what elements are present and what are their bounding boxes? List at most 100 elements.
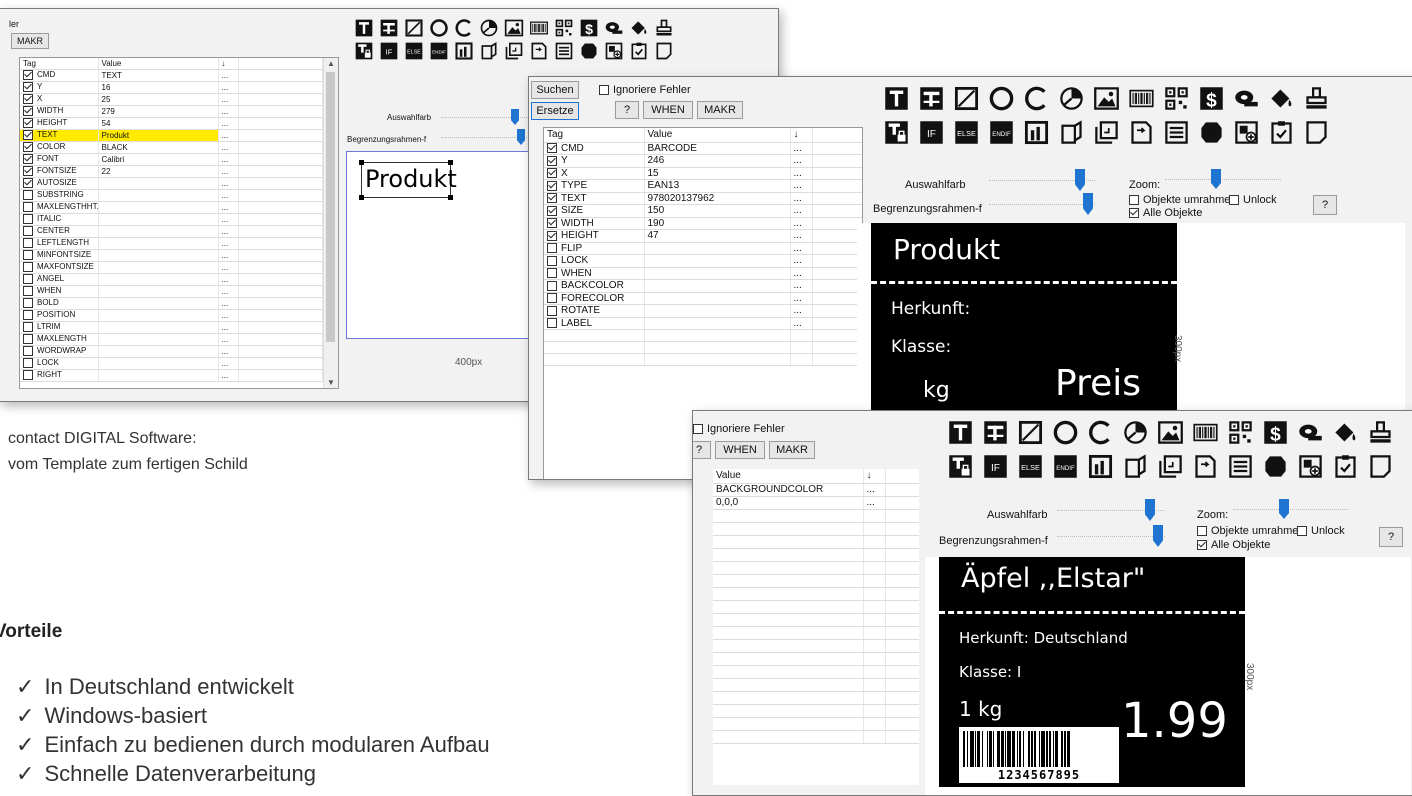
scroll-thumb[interactable] — [326, 72, 335, 342]
value-cell[interactable]: 978020137962 — [644, 192, 791, 205]
line-tool-icon[interactable] — [914, 83, 949, 113]
table-row[interactable]: BACKGROUNDCOLOR... — [713, 483, 919, 497]
checkbox-checked-icon[interactable] — [23, 142, 33, 152]
list-tool-icon[interactable] — [551, 40, 576, 62]
more-cell[interactable]: ... — [218, 105, 239, 118]
tag-cell[interactable]: SUBSTRING — [20, 189, 99, 202]
value-cell[interactable] — [98, 237, 219, 250]
table-row[interactable]: ANGEL... — [20, 273, 323, 286]
tape-tool-icon[interactable] — [1229, 83, 1264, 113]
when-button[interactable]: WHEN — [643, 101, 693, 119]
more-cell[interactable]: ... — [790, 242, 813, 255]
value-cell[interactable] — [98, 273, 219, 286]
ignoriere-fehler-checkbox[interactable]: Ignoriere Fehler — [693, 423, 785, 435]
value-cell[interactable] — [644, 279, 791, 293]
price-tool-icon[interactable]: $ — [576, 17, 601, 39]
value-cell[interactable]: BLACK — [98, 141, 219, 154]
table-row[interactable]: Y 16... — [20, 81, 323, 94]
value-cell[interactable]: BACKGROUNDCOLOR — [713, 483, 864, 497]
page-tool-icon[interactable] — [651, 40, 676, 62]
table-row[interactable]: WHEN... — [544, 267, 862, 280]
more-cell[interactable]: ... — [218, 273, 239, 286]
value-cell[interactable]: BARCODE — [644, 142, 791, 155]
value-cell[interactable] — [98, 249, 219, 262]
more-cell[interactable]: ... — [790, 167, 813, 180]
value-cell[interactable] — [98, 345, 219, 358]
selected-text-object[interactable]: Produkt — [359, 160, 457, 200]
makr-button[interactable]: MAKR — [769, 441, 815, 459]
table-row[interactable]: ITALIC... — [20, 213, 323, 226]
shape-tool-icon[interactable] — [1194, 117, 1229, 147]
auswahlfarbe-slider[interactable] — [1057, 499, 1165, 521]
more-cell[interactable]: ... — [218, 117, 239, 130]
checkbox-icon[interactable] — [23, 286, 33, 296]
more-cell[interactable]: ... — [790, 192, 813, 205]
table-row[interactable]: RIGHT... — [20, 369, 323, 382]
resize-handle[interactable] — [359, 160, 364, 165]
tag-cell[interactable]: WHEN — [20, 285, 99, 298]
value-cell[interactable] — [644, 267, 791, 280]
tag-cell[interactable]: RIGHT — [20, 369, 99, 382]
tag-cell[interactable]: MAXLENGTHHT... — [20, 201, 99, 214]
endif-tool-icon[interactable]: ENDIF — [426, 40, 451, 62]
tag-cell[interactable]: BOLD — [20, 297, 99, 310]
checkbox-icon[interactable] — [693, 424, 703, 435]
qrcode-tool-icon[interactable] — [1223, 417, 1258, 447]
more-cell[interactable]: ... — [790, 179, 813, 193]
fill-tool-icon[interactable] — [1264, 83, 1299, 113]
value-cell[interactable] — [98, 285, 219, 298]
checkbox-icon[interactable] — [1297, 526, 1307, 537]
tag-cell[interactable]: X — [544, 167, 645, 180]
tag-cell[interactable]: LOCK — [544, 254, 645, 268]
value-cell[interactable] — [98, 369, 219, 382]
circle-tool-icon[interactable] — [426, 17, 451, 39]
device-tool-icon[interactable] — [476, 40, 501, 62]
more-cell[interactable]: ... — [218, 249, 239, 262]
device-tool-icon[interactable] — [1118, 451, 1153, 481]
checkbox-icon[interactable] — [23, 310, 33, 320]
more-cell[interactable]: ... — [218, 177, 239, 190]
resize-handle[interactable] — [448, 160, 453, 165]
text-tool-icon[interactable] — [879, 83, 914, 113]
else-tool-icon[interactable]: ELSE — [949, 117, 984, 147]
alle-objekte-checkbox[interactable]: Alle Objekte — [1129, 207, 1202, 219]
checkbox-icon[interactable] — [547, 305, 557, 316]
device-tool-icon[interactable] — [1054, 117, 1089, 147]
column-header-sort[interactable]: ↓ — [790, 128, 813, 143]
begrenzungsrahmen-slider[interactable] — [1057, 525, 1165, 547]
tag-cell[interactable]: ITALIC — [20, 213, 99, 226]
table-row[interactable]: ROTATE... — [544, 304, 862, 318]
more-cell[interactable]: ... — [790, 267, 813, 280]
table-row[interactable]: MAXLENGTHHT...... — [20, 201, 323, 214]
checkbox-checked-icon[interactable] — [23, 94, 33, 104]
table-row[interactable]: WIDTH 279... — [20, 105, 323, 118]
value-cell[interactable]: 150 — [644, 204, 791, 218]
more-cell[interactable]: ... — [218, 369, 239, 382]
more-cell[interactable]: ... — [790, 217, 813, 230]
tag-cell[interactable]: MINFONTSIZE — [20, 249, 99, 262]
shape-tool-icon[interactable] — [576, 40, 601, 62]
table-row[interactable]: LTRIM... — [20, 321, 323, 334]
table-row[interactable]: SUBSTRING... — [20, 189, 323, 202]
column-header-sort[interactable]: ↓ — [218, 58, 239, 70]
checkbox-checked-icon[interactable] — [23, 154, 33, 164]
resize-handle[interactable] — [448, 195, 453, 200]
copy-tool-icon[interactable] — [1153, 451, 1188, 481]
table-row[interactable]: TEXT Produkt... — [20, 129, 323, 142]
table-row[interactable]: BACKCOLOR... — [544, 279, 862, 293]
checkbox-checked-icon[interactable] — [547, 143, 557, 154]
table-row[interactable]: TEXT 978020137962... — [544, 192, 862, 205]
line-tool-icon[interactable] — [376, 17, 401, 39]
list-tool-icon[interactable] — [1223, 451, 1258, 481]
help-button[interactable]: ? — [615, 101, 639, 119]
table-row[interactable]: CMD TEXT... — [20, 69, 323, 82]
more-cell[interactable]: ... — [790, 292, 813, 305]
checkbox-checked-icon[interactable] — [547, 205, 557, 216]
tag-cell[interactable]: COLOR — [20, 141, 99, 154]
value-cell[interactable] — [98, 309, 219, 322]
checkbox-checked-icon[interactable] — [1129, 208, 1139, 219]
checkbox-icon[interactable] — [23, 322, 33, 332]
value-cell[interactable] — [98, 201, 219, 214]
checkbox-checked-icon[interactable] — [547, 230, 557, 241]
tape-tool-icon[interactable] — [601, 17, 626, 39]
